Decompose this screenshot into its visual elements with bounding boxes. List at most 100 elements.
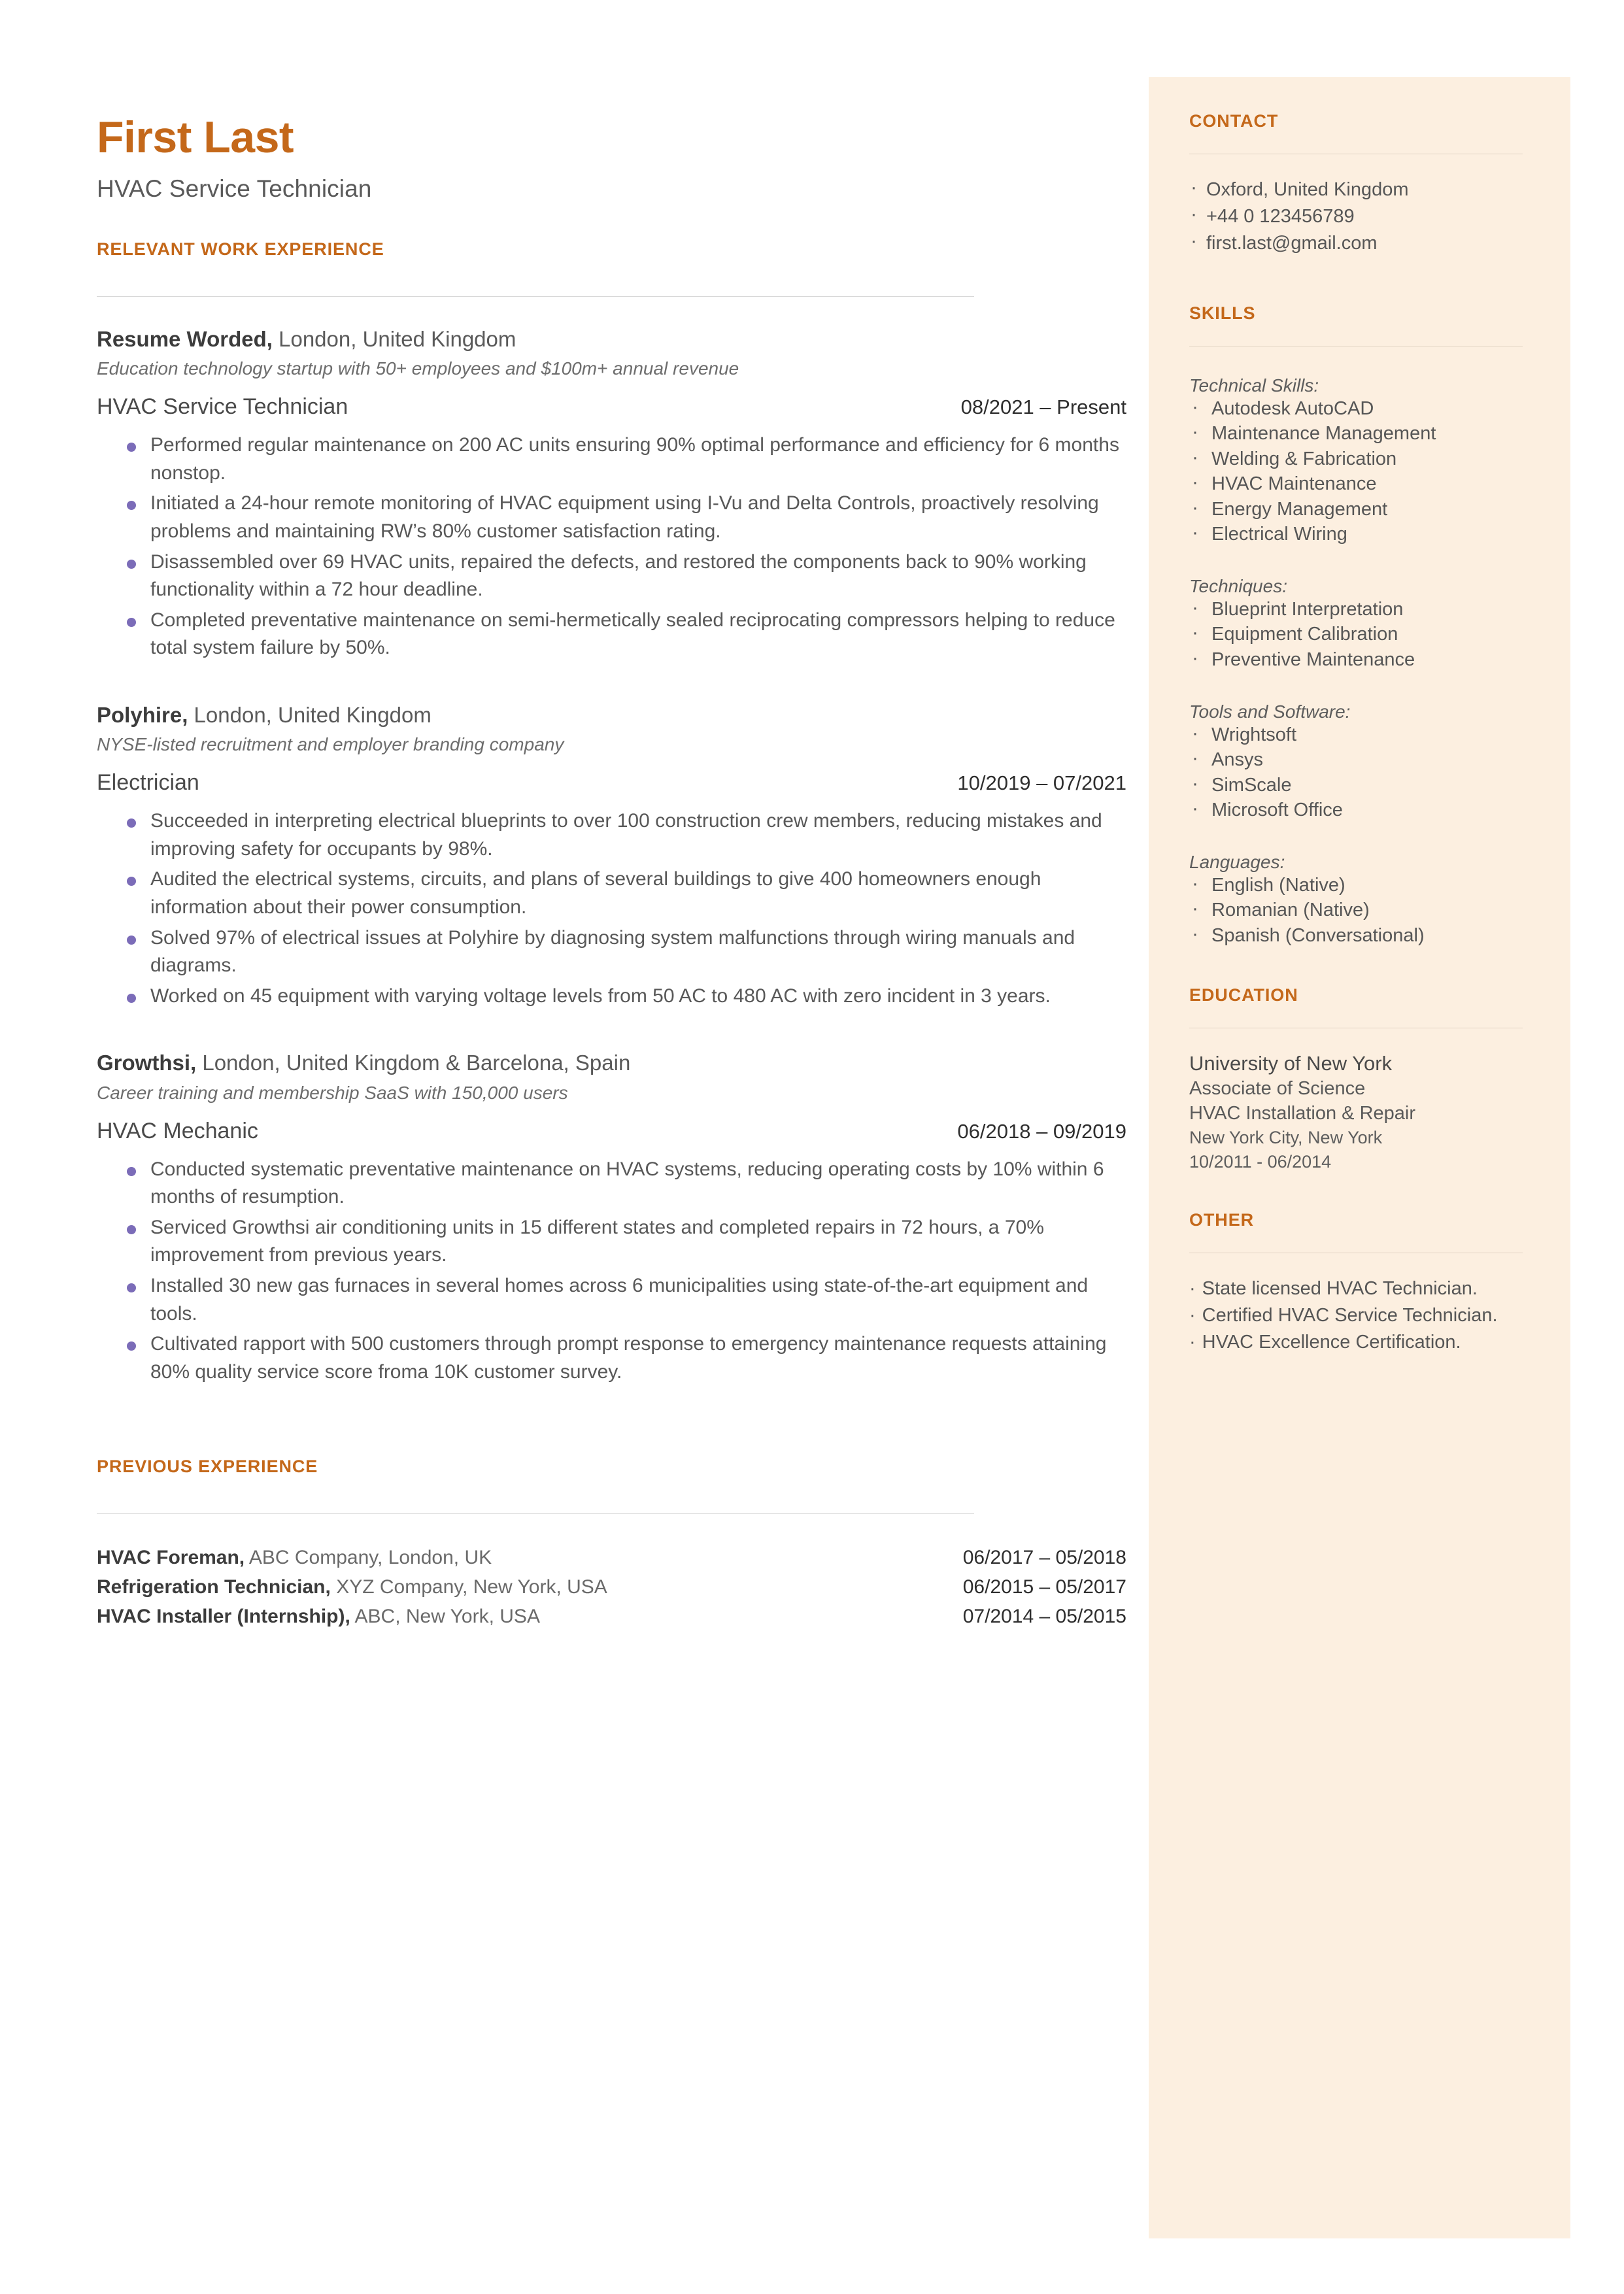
sidebar-heading-other: OTHER [1189, 1210, 1254, 1230]
page-title: First Last [97, 112, 294, 162]
job-role-date: 10/2019 – 07/2021 [957, 771, 1126, 795]
skill-item: Energy Management [1189, 495, 1523, 522]
job-role-row: Electrician 10/2019 – 07/2021 [97, 756, 1126, 796]
skills-list-languages: English (Native) Romanian (Native) Spani… [1189, 871, 1523, 949]
skills-group-label-technical: Technical Skills: [1189, 375, 1319, 396]
job-company-description: Career training and membership SaaS with… [97, 1082, 568, 1103]
education-school: University of New York [1189, 1051, 1393, 1075]
job-company-line: Growthsi, London, United Kingdom & Barce… [97, 1049, 1126, 1076]
previous-experience-label: Refrigeration Technician, XYZ Company, N… [97, 1572, 607, 1602]
skills-group-label-languages: Languages: [1189, 851, 1285, 872]
skill-item: Ansys [1189, 745, 1523, 773]
job-bullet: Audited the electrical systems, circuits… [97, 866, 1126, 921]
previous-experience-label: HVAC Installer (Internship), ABC, New Yo… [97, 1602, 540, 1631]
education-field: HVAC Installation & Repair [1189, 1102, 1416, 1124]
job-bullet: Conducted systematic preventative mainte… [97, 1156, 1126, 1211]
job-bullet-list: Conducted systematic preventative mainte… [97, 1144, 1126, 1387]
skill-item: HVAC Maintenance [1189, 469, 1523, 497]
bullet-dot-icon: · [1189, 1332, 1196, 1353]
contact-item-location: Oxford, United Kingdom [1189, 174, 1523, 203]
previous-experience-row: HVAC Installer (Internship), ABC, New Yo… [97, 1602, 1126, 1631]
contact-item-email: first.last@gmail.com [1189, 228, 1523, 257]
header-subtitle: HVAC Service Technician [97, 175, 372, 202]
previous-experience-detail: ABC Company, London, UK [245, 1547, 492, 1569]
sidebar-heading-education: EDUCATION [1189, 985, 1298, 1005]
other-item-text: Certified HVAC Service Technician. [1202, 1305, 1498, 1326]
bullet-dot-icon: · [1189, 1278, 1196, 1300]
job-entry: Resume Worded, London, United Kingdom Ed… [97, 326, 1126, 662]
contact-item-phone: +44 0 123456789 [1189, 201, 1523, 230]
bullet-dot-icon: · [1189, 1305, 1196, 1326]
job-company-name: Growthsi, [97, 1051, 197, 1075]
skills-list-tools: Wrightsoft Ansys SimScale Microsoft Offi… [1189, 720, 1523, 823]
job-role-row: HVAC Service Technician 08/2021 – Presen… [97, 380, 1126, 420]
other-item: · State licensed HVAC Technician. [1189, 1275, 1523, 1302]
job-bullet: Performed regular maintenance on 200 AC … [97, 431, 1126, 487]
previous-experience-detail: XYZ Company, New York, USA [330, 1576, 607, 1598]
job-company-name: Resume Worded, [97, 327, 273, 351]
job-role-date: 08/2021 – Present [960, 396, 1126, 419]
skills-group-label-techniques: Techniques: [1189, 575, 1287, 596]
job-company-description: Education technology startup with 50+ em… [97, 358, 739, 379]
skill-item: Preventive Maintenance [1189, 645, 1523, 673]
job-company-name: Polyhire, [97, 703, 188, 727]
previous-experience-label: HVAC Foreman, ABC Company, London, UK [97, 1543, 492, 1572]
job-bullet: Cultivated rapport with 500 customers th… [97, 1330, 1126, 1386]
job-bullet: Disassembled over 69 HVAC units, repaire… [97, 548, 1126, 604]
skill-item: Autodesk AutoCAD [1189, 394, 1523, 422]
main-column: First Last HVAC Service Technician RELEV… [97, 0, 1126, 1631]
job-bullet: Worked on 45 equipment with varying volt… [97, 983, 1126, 1011]
job-bullet: Completed preventative maintenance on se… [97, 607, 1126, 662]
other-item: · Certified HVAC Service Technician. [1189, 1302, 1523, 1329]
job-bullet: Serviced Growthsi air conditioning units… [97, 1214, 1126, 1270]
language-item: English (Native) [1189, 871, 1523, 898]
job-role-date: 06/2018 – 09/2019 [957, 1119, 1126, 1143]
job-bullet: Installed 30 new gas furnaces in several… [97, 1272, 1126, 1328]
sidebar-panel: CONTACT Oxford, United Kingdom +44 0 123… [1149, 77, 1570, 2238]
other-item: · HVAC Excellence Certification. [1189, 1329, 1523, 1356]
other-item-text: State licensed HVAC Technician. [1202, 1278, 1478, 1300]
previous-experience-title: Refrigeration Technician, [97, 1576, 331, 1598]
job-company-description: NYSE-listed recruitment and employer bra… [97, 734, 564, 755]
job-bullet: Initiated a 24-hour remote monitoring of… [97, 490, 1126, 545]
language-item: Spanish (Conversational) [1189, 921, 1523, 949]
education-location: New York City, New York [1189, 1128, 1383, 1148]
job-bullet: Solved 97% of electrical issues at Polyh… [97, 924, 1126, 980]
job-company-line: Polyhire, London, United Kingdom [97, 701, 1126, 728]
previous-experience-detail: ABC, New York, USA [350, 1606, 540, 1628]
job-company-location: London, United Kingdom [188, 703, 431, 727]
other-item-text: HVAC Excellence Certification. [1202, 1332, 1461, 1353]
job-bullet: Succeeded in interpreting electrical blu… [97, 807, 1126, 863]
sidebar-heading-skills: SKILLS [1189, 303, 1256, 323]
skill-item: Blueprint Interpretation [1189, 595, 1523, 622]
skill-item: Welding & Fabrication [1189, 445, 1523, 472]
job-role-title: HVAC Service Technician [97, 394, 348, 420]
previous-experience-row: Refrigeration Technician, XYZ Company, N… [97, 1572, 1126, 1602]
resume-page: CONTACT Oxford, United Kingdom +44 0 123… [0, 0, 1624, 2294]
skill-item: SimScale [1189, 771, 1523, 798]
skill-item: Microsoft Office [1189, 796, 1523, 823]
previous-experience-date: 06/2017 – 05/2018 [962, 1547, 1126, 1569]
skill-item: Electrical Wiring [1189, 520, 1523, 547]
section-heading-work-experience: RELEVANT WORK EXPERIENCE [97, 239, 384, 259]
previous-experience-title: HVAC Installer (Internship), [97, 1606, 350, 1628]
previous-experience-title: HVAC Foreman, [97, 1547, 245, 1569]
job-company-line: Resume Worded, London, United Kingdom [97, 326, 1126, 352]
education-dates: 10/2011 - 06/2014 [1189, 1151, 1332, 1172]
section-heading-previous-experience: PREVIOUS EXPERIENCE [97, 1457, 318, 1477]
previous-experience-date: 06/2015 – 05/2017 [962, 1576, 1126, 1598]
job-entry: Polyhire, London, United Kingdom NYSE-li… [97, 701, 1126, 1010]
job-bullet-list: Performed regular maintenance on 200 AC … [97, 420, 1126, 662]
contact-list: Oxford, United Kingdom +44 0 123456789 f… [1189, 174, 1523, 258]
skills-list-techniques: Blueprint Interpretation Equipment Calib… [1189, 595, 1523, 673]
sidebar-heading-contact: CONTACT [1189, 111, 1279, 131]
skill-item: Maintenance Management [1189, 419, 1523, 447]
job-bullet-list: Succeeded in interpreting electrical blu… [97, 796, 1126, 1010]
sidebar-content: CONTACT Oxford, United Kingdom +44 0 123… [1189, 77, 1523, 1357]
job-role-title: Electrician [97, 770, 199, 796]
previous-experience-date: 07/2014 – 05/2015 [962, 1606, 1126, 1628]
job-company-location: London, United Kingdom & Barcelona, Spai… [196, 1051, 631, 1075]
job-company-location: London, United Kingdom [272, 327, 516, 351]
education-degree: Associate of Science [1189, 1077, 1366, 1099]
language-item: Romanian (Native) [1189, 896, 1523, 923]
